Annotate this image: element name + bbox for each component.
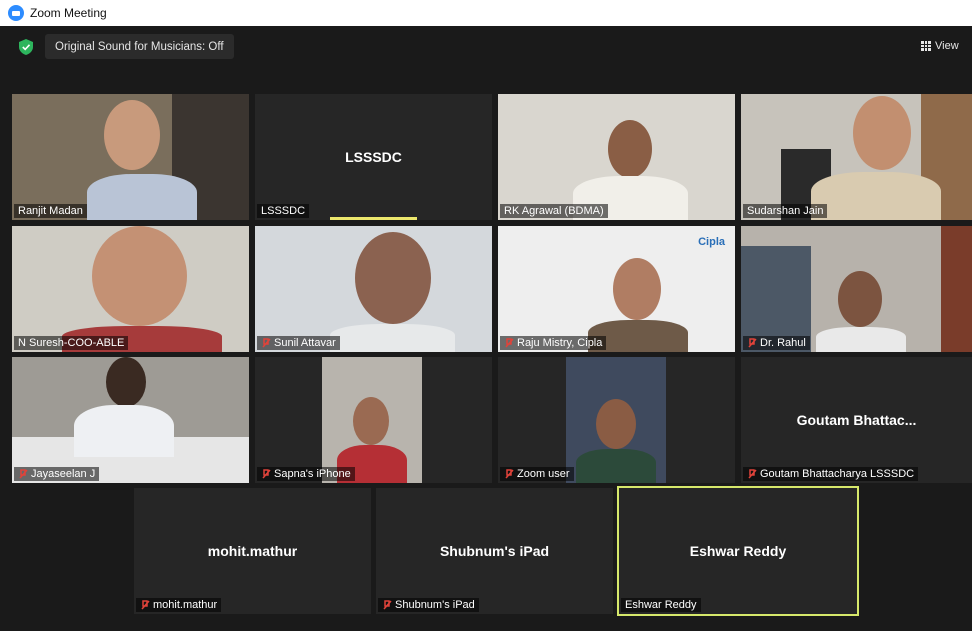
participant-tile-zoom-user[interactable]: Zoom user (498, 357, 735, 483)
participant-tile-mohit-mathur[interactable]: mohit.mathur mohit.mathur (134, 488, 371, 614)
participant-tile-jayaseelan[interactable]: Jayaseelan J (12, 357, 249, 483)
participant-display-name: LSSSDC (345, 149, 402, 165)
participant-video (74, 357, 174, 457)
participant-name-label: Sunil Attavar (257, 336, 340, 350)
title-bar: Zoom Meeting (0, 0, 972, 26)
muted-microphone-icon (748, 468, 757, 478)
participant-video (816, 271, 906, 352)
participant-tile-dr-rahul[interactable]: Dr. Rahul (741, 226, 972, 352)
participant-video (330, 232, 455, 352)
participant-tile-ranjit-madan[interactable]: Ranjit Madan (12, 94, 249, 220)
participant-tile-raju-mistry[interactable]: Cipla Raju Mistry, Cipla (498, 226, 735, 352)
zoom-logo-icon (8, 5, 24, 21)
participant-name-label: Sapna's iPhone (257, 467, 355, 481)
participant-display-name: Goutam Bhattac... (796, 412, 917, 428)
window-title: Zoom Meeting (30, 6, 107, 20)
participant-name-label: Sudarshan Jain (743, 204, 828, 218)
audio-level-bar (330, 217, 417, 220)
cipla-logo: Cipla (698, 236, 725, 248)
participant-name-label: Shubnum's iPad (378, 598, 479, 612)
participant-tile-sunil-attavar[interactable]: Sunil Attavar (255, 226, 492, 352)
participant-name-label: Eshwar Reddy (621, 598, 701, 612)
participant-tile-rk-agrawal[interactable]: RK Agrawal (BDMA) (498, 94, 735, 220)
muted-microphone-icon (748, 337, 757, 347)
participant-name-label: Ranjit Madan (14, 204, 87, 218)
participant-tile-lsssdc[interactable]: LSSSDC LSSSDC (255, 94, 492, 220)
meeting-stage: Original Sound for Musicians: Off View R… (0, 26, 972, 631)
participant-name-label: Zoom user (500, 467, 574, 481)
muted-microphone-icon (383, 599, 392, 609)
participant-name-label: Raju Mistry, Cipla (500, 336, 607, 350)
participant-name-label: mohit.mathur (136, 598, 222, 612)
security-shield-icon[interactable] (19, 39, 33, 55)
view-button[interactable]: View (921, 35, 959, 57)
participant-name-label: Dr. Rahul (743, 336, 810, 350)
participant-name-label: Jayaseelan J (14, 467, 100, 481)
participant-tile-sapna-iphone[interactable]: Sapna's iPhone (255, 357, 492, 483)
participant-tile-shubnum-ipad[interactable]: Shubnum's iPad Shubnum's iPad (376, 488, 613, 614)
participant-display-name: mohit.mathur (207, 543, 298, 559)
original-sound-button[interactable]: Original Sound for Musicians: Off (45, 34, 234, 59)
muted-microphone-icon (262, 468, 271, 478)
participant-tile-eshwar-reddy[interactable]: Eshwar Reddy Eshwar Reddy (617, 486, 859, 616)
participant-name-label: N Suresh-COO-ABLE (14, 336, 129, 350)
participant-name-label: LSSSDC (257, 204, 310, 218)
participant-name-label: RK Agrawal (BDMA) (500, 204, 608, 218)
participant-display-name: Eshwar Reddy (689, 543, 787, 559)
participant-name-label: Goutam Bhattacharya LSSSDC (743, 467, 919, 481)
muted-microphone-icon (505, 337, 514, 347)
participant-display-name: Shubnum's iPad (439, 543, 550, 559)
participant-video (576, 399, 656, 483)
muted-microphone-icon (262, 337, 271, 347)
participant-video (811, 96, 941, 220)
grid-view-icon (921, 41, 931, 51)
muted-microphone-icon (141, 599, 150, 609)
muted-microphone-icon (19, 468, 28, 478)
participant-tile-n-suresh[interactable]: N Suresh-COO-ABLE (12, 226, 249, 352)
participant-video (62, 226, 222, 352)
view-label: View (935, 40, 959, 52)
muted-microphone-icon (505, 468, 514, 478)
participant-tile-sudarshan-jain[interactable]: Sudarshan Jain (741, 94, 972, 220)
participant-video (87, 100, 197, 220)
participant-tile-goutam-bhattacharya[interactable]: Goutam Bhattac... Goutam Bhattacharya LS… (741, 357, 972, 483)
